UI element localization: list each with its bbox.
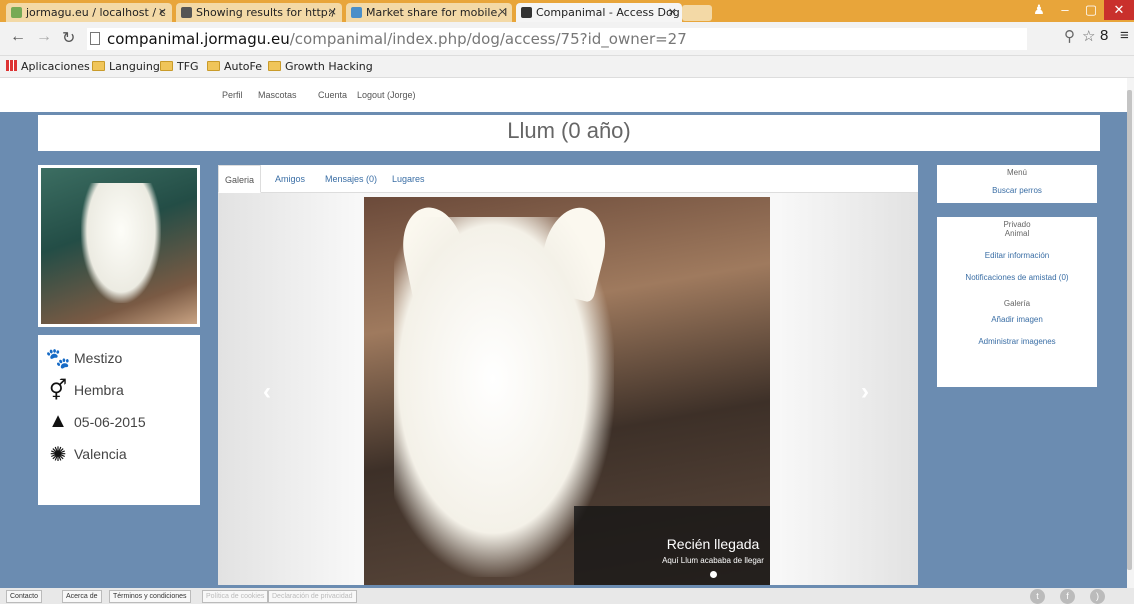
footer-privacidad: Declaración de privacidad [268,590,357,603]
pet-info-panel: 🐾 Mestizo ⚥ Hembra ▲ 05-06-2015 ✺ Valencia [38,335,200,505]
dog-photo-thumbnail [41,168,197,324]
paw-icon [521,7,532,18]
minimize-button[interactable]: – [1052,0,1078,20]
birthdate-row: ▲ 05-06-2015 [44,407,194,437]
new-tab-button[interactable] [682,5,712,21]
zoom-icon[interactable]: ⚲ [1064,27,1075,45]
edit-info-link[interactable]: Editar información [937,251,1097,260]
site-top-nav: Perfil Mascotas Cuenta Logout (Jorge) [0,78,1134,112]
apps-icon [6,60,17,71]
browser-tab-2[interactable]: Showing results for http:/× [176,3,342,22]
private-title: Privado [1003,220,1031,229]
bookmark-tfg[interactable]: TFG [160,60,199,73]
bookmark-apps[interactable]: Aplicaciones [6,60,90,73]
close-icon[interactable]: × [328,5,337,18]
caption-title: Recién llegada [666,536,760,552]
sex-row: ⚥ Hembra [44,375,194,405]
bookmark-growth-hacking[interactable]: Growth Hacking [268,60,373,73]
gallery-panel: Galeria Amigos Mensajes (0) Lugares Reci… [218,165,918,585]
animal-heading: Animal [1004,229,1030,238]
star-icon[interactable]: ☆ [1082,27,1095,45]
nav-logout[interactable]: Logout (Jorge) [357,90,416,100]
twitter-icon[interactable]: t [1030,589,1045,604]
reload-icon[interactable]: ↻ [62,28,75,48]
browser-tab-4[interactable]: Companimal - Access Dog × [516,3,682,22]
window-controls: ♟ – ▢ ✕ [1026,0,1134,20]
folder-icon [207,61,220,71]
page-icon [90,32,100,45]
site-icon [181,7,192,18]
folder-icon [160,61,173,71]
scroll-thumb[interactable] [1127,90,1132,570]
maximize-button[interactable]: ▢ [1078,0,1104,20]
extension-icon[interactable]: 8 [1100,27,1108,44]
friend-notifications-link[interactable]: Notificaciones de amistad (0) [937,273,1097,282]
close-icon[interactable]: × [498,5,507,18]
footer-cookies: Política de cookies [202,590,269,603]
menu-title: Menú [1006,168,1027,177]
carousel-next-icon[interactable]: › [861,378,869,406]
browser-tab-3[interactable]: Market share for mobile, l × [346,3,512,22]
browser-tab-1[interactable]: jormagu.eu / localhost / c × [6,3,172,22]
menu-panel: Menú Buscar perros [937,165,1097,203]
pma-icon [11,7,22,18]
bookmark-languing[interactable]: Languing [92,60,160,73]
tab-mensajes[interactable]: Mensajes (0) [325,165,377,193]
manage-images-link[interactable]: Administrar imagenes [937,337,1097,346]
gallery-heading: Galería [1003,299,1031,308]
gallery-tabs: Galeria Amigos Mensajes (0) Lugares [218,165,918,193]
tab-amigos[interactable]: Amigos [275,165,305,193]
close-icon[interactable]: × [158,5,167,18]
carousel-image: Recién llegada Aquí Llum acababa de lleg… [364,197,770,585]
bookmarks-bar: Aplicaciones Languing TFG AutoFe Growth … [0,56,1134,78]
page-title: Llum (0 año) [38,115,1100,151]
close-window-button[interactable]: ✕ [1104,0,1134,20]
carousel-caption: Recién llegada Aquí Llum acababa de lleg… [574,506,770,585]
user-icon[interactable]: ♟ [1026,0,1052,20]
nav-mascotas[interactable]: Mascotas [258,90,297,100]
site-icon [351,7,362,18]
tab-lugares[interactable]: Lugares [392,165,425,193]
site-footer: Contacto Acerca de Términos y condicione… [0,588,1134,604]
carousel-indicator[interactable] [709,571,717,578]
caption-text: Aquí Llum acababa de llegar [662,556,764,565]
forward-icon[interactable]: → [36,28,52,46]
private-panel: Privado Animal Editar información Notifi… [937,217,1097,387]
gender-icon: ⚥ [48,380,68,402]
image-carousel: Recién llegada Aquí Llum acababa de lleg… [218,193,918,585]
close-icon[interactable]: × [668,5,677,18]
url-field[interactable]: companimal.jormagu.eu/companimal/index.p… [87,28,1027,50]
address-bar-row: ← → ↻ companimal.jormagu.eu/companimal/i… [0,22,1134,56]
rss-icon[interactable]: ) [1090,589,1105,604]
bookmark-autofe[interactable]: AutoFe [207,60,262,73]
folder-icon [92,61,105,71]
tab-galeria[interactable]: Galeria [218,165,262,193]
footer-terminos[interactable]: Términos y condiciones [109,590,191,603]
add-image-link[interactable]: Añadir imagen [937,315,1097,324]
page-scrollbar[interactable] [1127,78,1134,588]
nav-perfil[interactable]: Perfil [222,90,243,100]
profile-photo [38,165,200,327]
menu-icon[interactable]: ≡ [1120,27,1129,44]
folder-icon [268,61,281,71]
footer-acerca-de[interactable]: Acerca de [62,590,102,603]
search-dogs-link[interactable]: Buscar perros [937,186,1097,195]
nav-cuenta[interactable]: Cuenta [318,90,347,100]
footer-contacto[interactable]: Contacto [6,590,43,603]
breed-row: 🐾 Mestizo [45,348,123,370]
paw-icon: 🐾 [45,348,71,370]
location-row: ✺ Valencia [44,439,194,469]
compass-icon: ✺ [49,444,67,466]
facebook-icon[interactable]: f [1060,589,1075,604]
back-icon[interactable]: ← [10,28,26,46]
carousel-prev-icon[interactable]: ‹ [263,378,271,406]
browser-tab-strip: jormagu.eu / localhost / c × Showing resu… [0,0,1134,22]
cake-icon: ▲ [48,410,68,432]
